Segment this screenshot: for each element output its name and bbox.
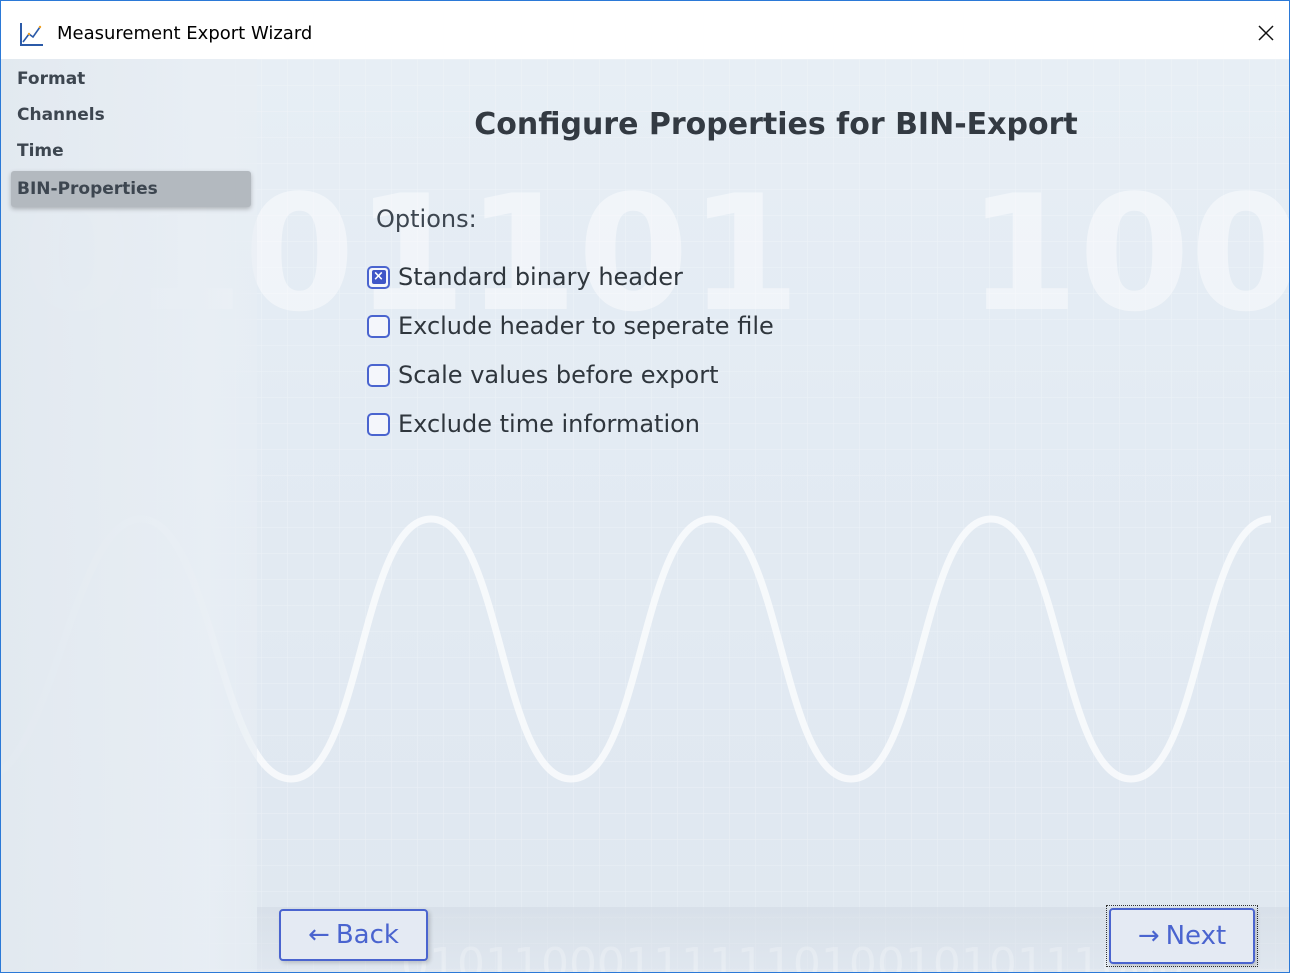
option-exclude-header[interactable]: Exclude header to seperate file xyxy=(367,308,774,344)
checkbox[interactable] xyxy=(367,314,390,338)
checkbox-checked-icon: × xyxy=(371,269,386,284)
wizard-steps-sidebar: Format Channels Time BIN-Properties xyxy=(1,59,257,972)
option-label: Exclude time information xyxy=(398,410,701,438)
wizard-window: Measurement Export Wizard 0101101 100111… xyxy=(0,0,1290,973)
wizard-client-area: 0101101 10011110 01011000111111010010101… xyxy=(1,59,1289,972)
close-button[interactable] xyxy=(1243,11,1289,55)
options-label: Options: xyxy=(376,205,477,233)
next-button[interactable]: → Next xyxy=(1109,908,1255,964)
close-icon xyxy=(1258,25,1274,41)
back-button-label: Back xyxy=(335,920,399,950)
title-bar: Measurement Export Wizard xyxy=(1,1,1289,59)
next-button-label: Next xyxy=(1165,921,1227,951)
sidebar-item-bin-properties[interactable]: BIN-Properties xyxy=(11,171,251,207)
checkbox[interactable] xyxy=(367,412,390,436)
page-title: Configure Properties for BIN-Export xyxy=(474,107,1078,142)
window-title: Measurement Export Wizard xyxy=(57,23,313,44)
option-standard-binary-header[interactable]: × Standard binary header xyxy=(367,259,683,295)
option-label: Exclude header to seperate file xyxy=(398,312,774,340)
checkbox[interactable]: × xyxy=(367,265,390,289)
chart-icon xyxy=(20,23,43,46)
option-scale-values[interactable]: Scale values before export xyxy=(367,357,719,393)
option-label: Scale values before export xyxy=(398,361,719,389)
sidebar-item-time[interactable]: Time xyxy=(11,133,251,169)
arrow-right-icon: → xyxy=(1137,921,1160,951)
checkbox[interactable] xyxy=(367,363,390,387)
sidebar-item-channels[interactable]: Channels xyxy=(11,97,251,133)
option-label: Standard binary header xyxy=(398,263,683,291)
back-button[interactable]: ← Back xyxy=(279,909,428,961)
option-exclude-time[interactable]: Exclude time information xyxy=(367,406,700,442)
sidebar-item-format[interactable]: Format xyxy=(11,61,251,97)
arrow-left-icon: ← xyxy=(308,920,330,950)
